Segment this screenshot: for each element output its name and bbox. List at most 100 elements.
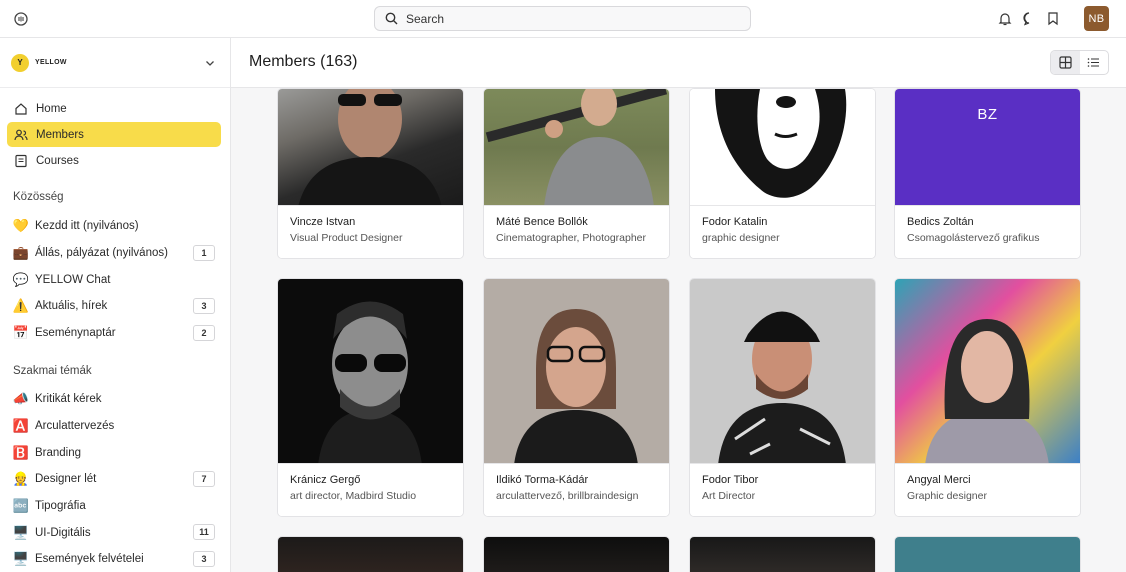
space-kritikat-kerek[interactable]: 📣 Kritikát kérek xyxy=(13,386,215,413)
nav-home-label: Home xyxy=(36,102,67,115)
community-switcher[interactable]: Y YELLOW xyxy=(0,38,230,88)
nav-courses-label: Courses xyxy=(36,154,79,167)
calendar-icon: 📅 xyxy=(12,325,30,341)
member-card[interactable] xyxy=(483,536,670,572)
monitor-icon: 🖥️ xyxy=(12,551,30,567)
main-nav: Home Members Courses xyxy=(7,96,221,174)
space-label: Designer lét xyxy=(35,473,97,486)
space-label: Tipográfia xyxy=(35,500,86,513)
top-bar: Search NB xyxy=(0,0,1126,38)
member-photo xyxy=(690,89,875,207)
member-card[interactable]: Máté Bence Bollók Cinematographer, Photo… xyxy=(483,88,670,259)
space-aktualis[interactable]: ⚠️ Aktuális, hírek 3 xyxy=(13,293,215,320)
page-title: Members (163) xyxy=(249,53,358,70)
topic-spaces: 📣 Kritikát kérek 🅰️ Arculattervezés 🅱️ Bran… xyxy=(13,386,215,572)
list-view-button[interactable] xyxy=(1080,51,1109,74)
unread-badge: 7 xyxy=(193,471,215,488)
space-label: Arculattervezés xyxy=(35,420,115,433)
chat-icon[interactable] xyxy=(1022,11,1036,26)
space-label: Események felvételei xyxy=(35,553,144,566)
unread-badge: 3 xyxy=(193,551,215,568)
space-designer-let[interactable]: 👷 Designer lét 7 xyxy=(13,466,215,493)
member-info: Bedics Zoltán Csomagolástervező grafikus xyxy=(895,205,1080,258)
space-label: Állás, pályázat (nyilvános) xyxy=(35,247,168,260)
community-logo: Y xyxy=(11,53,29,72)
member-photo xyxy=(690,279,875,465)
member-info: Vincze Istvan Visual Product Designer xyxy=(278,205,463,258)
bookmark-icon[interactable] xyxy=(1046,11,1060,26)
space-label: Aktuális, hírek xyxy=(35,300,108,313)
nav-members[interactable]: Members xyxy=(7,122,221,147)
space-kezdd-itt[interactable]: 💛 Kezdd itt (nyilvános) xyxy=(13,213,215,240)
member-card[interactable]: Fodor Katalin graphic designer xyxy=(689,88,876,259)
member-initials: BZ xyxy=(977,106,998,123)
member-photo xyxy=(484,279,669,465)
members-grid: Vincze Istvan Visual Product Designer Má… xyxy=(231,88,1126,572)
members-header: Members (163) xyxy=(231,38,1126,88)
member-role: arculattervező, brillbraindesign xyxy=(496,490,639,502)
member-card[interactable]: Vincze Istvan Visual Product Designer xyxy=(277,88,464,259)
grid-view-button[interactable] xyxy=(1051,51,1080,74)
member-photo xyxy=(278,537,463,572)
member-photo-placeholder: BZ xyxy=(895,89,1080,207)
member-card[interactable] xyxy=(277,536,464,572)
space-branding[interactable]: 🅱️ Branding xyxy=(13,439,215,466)
chevron-down-icon xyxy=(206,61,214,66)
space-arculattervezes[interactable]: 🅰️ Arculattervezés xyxy=(13,413,215,440)
member-card[interactable] xyxy=(894,536,1081,572)
unread-badge: 2 xyxy=(193,324,215,341)
app-menu-icon[interactable] xyxy=(13,11,29,27)
monitor-icon: 🖥️ xyxy=(12,524,30,540)
grid-icon xyxy=(1059,56,1072,69)
space-label: Branding xyxy=(35,446,82,459)
space-label: Eseménynaptár xyxy=(35,327,116,340)
member-info: Fodor Katalin graphic designer xyxy=(690,205,875,258)
worker-icon: 👷 xyxy=(12,471,30,487)
member-photo xyxy=(278,89,463,207)
space-label: YELLOW Chat xyxy=(35,273,111,286)
space-tipografia[interactable]: 🔤 Tipográfia xyxy=(13,493,215,520)
member-role: Visual Product Designer xyxy=(290,232,403,244)
search-placeholder: Search xyxy=(406,11,445,26)
list-icon xyxy=(1087,58,1100,67)
space-yellow-chat[interactable]: 💬 YELLOW Chat xyxy=(13,266,215,293)
member-card[interactable]: Kránicz Gergő art director, Madbird Stud… xyxy=(277,278,464,517)
megaphone-icon: 📣 xyxy=(12,391,30,407)
member-photo xyxy=(690,537,875,572)
member-card[interactable]: Fodor Tibor Art Director xyxy=(689,278,876,517)
member-name: Vincze Istvan xyxy=(290,216,356,228)
unread-badge: 11 xyxy=(193,524,215,541)
members-icon xyxy=(14,128,28,142)
member-name: Fodor Katalin xyxy=(702,216,768,228)
member-card[interactable]: BZ Bedics Zoltán Csomagolástervező grafi… xyxy=(894,88,1081,259)
space-label: UI-Digitális xyxy=(35,526,91,539)
nav-courses[interactable]: Courses xyxy=(7,148,221,173)
community-name: YELLOW xyxy=(35,59,67,66)
member-info: Kránicz Gergő art director, Madbird Stud… xyxy=(278,463,463,516)
member-photo xyxy=(484,89,669,207)
member-card[interactable]: Angyal Merci Graphic designer xyxy=(894,278,1081,517)
member-photo xyxy=(484,537,669,572)
member-info: Angyal Merci Graphic designer xyxy=(895,463,1080,516)
member-card[interactable] xyxy=(689,536,876,572)
member-name: Ildikó Torma-Kádár xyxy=(496,474,589,486)
space-esemenyek-felvetelei[interactable]: 🖥️ Események felvételei 3 xyxy=(13,546,215,572)
bell-icon[interactable] xyxy=(998,11,1012,26)
member-card[interactable]: Ildikó Torma-Kádár arculattervező, brill… xyxy=(483,278,670,517)
member-name: Máté Bence Bollók xyxy=(496,216,588,228)
user-avatar[interactable]: NB xyxy=(1084,6,1109,31)
home-icon xyxy=(14,102,28,116)
space-allas[interactable]: 💼 Állás, pályázat (nyilvános) 1 xyxy=(13,240,215,267)
space-ui-digitalis[interactable]: 🖥️ UI-Digitális 11 xyxy=(13,519,215,546)
space-label: Kezdd itt (nyilvános) xyxy=(35,220,139,233)
member-photo xyxy=(895,279,1080,465)
member-role: graphic designer xyxy=(702,232,780,244)
nav-members-label: Members xyxy=(36,128,84,141)
courses-icon xyxy=(14,154,28,168)
search-icon xyxy=(385,12,398,25)
search-input[interactable]: Search xyxy=(374,6,751,31)
nav-home[interactable]: Home xyxy=(7,96,221,121)
space-esemenynaptar[interactable]: 📅 Eseménynaptár 2 xyxy=(13,320,215,347)
speech-bubble-icon: 💬 xyxy=(12,271,30,287)
space-label: Kritikát kérek xyxy=(35,393,102,406)
